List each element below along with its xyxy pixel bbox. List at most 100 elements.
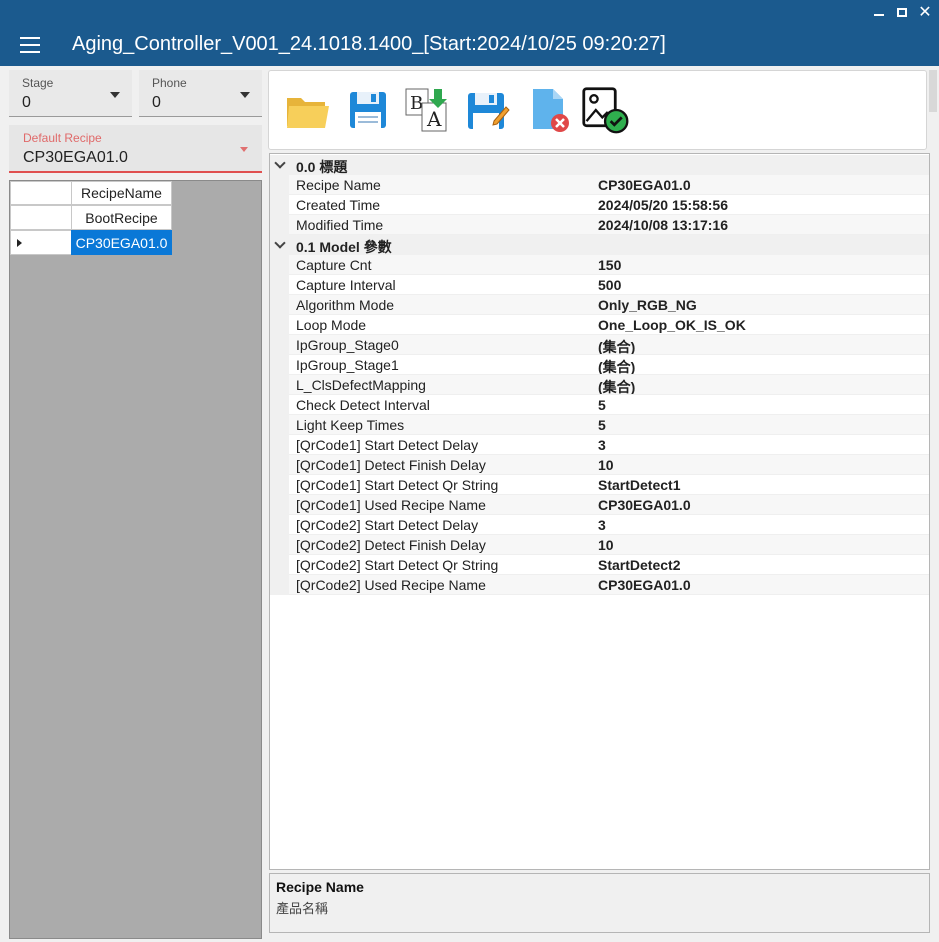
property-name: [QrCode1] Used Recipe Name <box>296 497 486 513</box>
property-value[interactable]: One_Loop_OK_IS_OK <box>598 317 746 333</box>
property-row[interactable]: Light Keep Times 5 <box>270 415 929 435</box>
table-row[interactable]: BootRecipe <box>71 205 172 230</box>
phone-label: Phone <box>152 76 187 90</box>
close-button[interactable]: ✕ <box>914 2 936 22</box>
grid-column-header[interactable]: RecipeName <box>71 181 172 205</box>
property-category[interactable]: 0.1 Model 參數 <box>270 235 929 255</box>
property-row[interactable]: Check Detect Interval 5 <box>270 395 929 415</box>
default-recipe-value: CP30EGA01.0 <box>23 149 128 166</box>
row-gutter <box>270 455 289 475</box>
property-row[interactable]: Algorithm Mode Only_RGB_NG <box>270 295 929 315</box>
property-name: [QrCode2] Start Detect Qr String <box>296 557 499 573</box>
rename-button[interactable]: B A <box>403 84 453 136</box>
row-gutter <box>270 515 289 535</box>
row-gutter <box>270 355 289 375</box>
row-gutter <box>270 415 289 435</box>
property-value[interactable]: 3 <box>598 437 606 453</box>
row-gutter <box>270 555 289 575</box>
grid-corner-cell <box>10 181 72 205</box>
property-name: Created Time <box>296 197 381 213</box>
row-header-current[interactable] <box>10 230 72 255</box>
stage-label: Stage <box>22 76 54 90</box>
property-value[interactable]: CP30EGA01.0 <box>598 177 691 193</box>
property-row[interactable]: [QrCode2] Used Recipe Name CP30EGA01.0 <box>270 575 929 595</box>
window-title-strip: ✕ <box>0 0 939 24</box>
open-button[interactable] <box>283 84 333 136</box>
chevron-down-icon[interactable] <box>274 157 286 169</box>
property-row[interactable]: [QrCode1] Detect Finish Delay 10 <box>270 455 929 475</box>
property-name: [QrCode2] Start Detect Delay <box>296 517 479 533</box>
row-gutter <box>270 575 289 595</box>
table-row-selected[interactable]: CP30EGA01.0 <box>71 230 172 255</box>
property-category[interactable]: 0.0 標題 <box>270 155 929 175</box>
row-gutter <box>270 195 289 215</box>
row-gutter <box>270 495 289 515</box>
property-row[interactable]: [QrCode1] Used Recipe Name CP30EGA01.0 <box>270 495 929 515</box>
property-row[interactable]: [QrCode2] Detect Finish Delay 10 <box>270 535 929 555</box>
property-row[interactable]: [QrCode2] Start Detect Delay 3 <box>270 515 929 535</box>
save-icon <box>350 92 386 128</box>
property-value[interactable]: 10 <box>598 457 614 473</box>
property-name: Capture Cnt <box>296 257 372 273</box>
hamburger-menu-icon[interactable] <box>20 37 40 53</box>
property-value[interactable]: 2024/10/08 13:17:16 <box>598 217 728 233</box>
property-row[interactable]: Recipe Name CP30EGA01.0 <box>270 175 929 195</box>
row-header[interactable] <box>10 205 72 230</box>
save-button[interactable] <box>343 84 393 136</box>
default-recipe-select[interactable]: Default Recipe CP30EGA01.0 <box>9 125 262 173</box>
property-row[interactable]: IpGroup_Stage0 (集合) <box>270 335 929 355</box>
description-text: 產品名稱 <box>276 901 329 916</box>
property-row[interactable]: Capture Cnt 150 <box>270 255 929 275</box>
phone-value: 0 <box>152 94 161 111</box>
property-value[interactable]: 10 <box>598 537 614 553</box>
minimize-button[interactable] <box>868 2 890 22</box>
row-gutter <box>270 335 289 355</box>
property-value[interactable]: CP30EGA01.0 <box>598 577 691 593</box>
property-value[interactable]: 3 <box>598 517 606 533</box>
phone-select[interactable]: Phone 0 <box>139 70 262 117</box>
maximize-button[interactable] <box>891 2 913 22</box>
stage-select[interactable]: Stage 0 <box>9 70 132 117</box>
delete-button[interactable] <box>523 84 573 136</box>
property-name: [QrCode1] Detect Finish Delay <box>296 457 486 473</box>
property-name: Recipe Name <box>296 177 381 193</box>
property-name: [QrCode1] Start Detect Qr String <box>296 477 499 493</box>
property-row[interactable]: [QrCode1] Start Detect Qr String StartDet… <box>270 475 929 495</box>
property-name: Loop Mode <box>296 317 367 333</box>
property-value[interactable]: 5 <box>598 417 606 433</box>
dropdown-arrow-icon <box>240 147 248 152</box>
svg-text:B: B <box>410 93 423 114</box>
property-row[interactable]: Loop Mode One_Loop_OK_IS_OK <box>270 315 929 335</box>
row-gutter <box>270 475 289 495</box>
property-row[interactable]: [QrCode2] Start Detect Qr String StartDet… <box>270 555 929 575</box>
property-value[interactable]: Only_RGB_NG <box>598 297 697 313</box>
property-value[interactable]: 5 <box>598 397 606 413</box>
property-value[interactable]: 500 <box>598 277 621 293</box>
property-name: [QrCode2] Detect Finish Delay <box>296 537 486 553</box>
delete-file-icon <box>533 89 569 132</box>
toolbar-scrollbar[interactable] <box>929 70 937 112</box>
property-grid[interactable]: 0.0 標題 Recipe Name CP30EGA01.0 Created Time… <box>269 153 930 870</box>
row-gutter <box>270 375 289 395</box>
property-row[interactable]: Created Time 2024/05/20 15:58:56 <box>270 195 929 215</box>
recipe-grid[interactable]: RecipeName BootRecipe CP30EGA01.0 <box>9 180 262 939</box>
property-value[interactable]: StartDetect1 <box>598 477 680 493</box>
property-row[interactable]: [QrCode1] Start Detect Delay 3 <box>270 435 929 455</box>
property-row[interactable]: Capture Interval 500 <box>270 275 929 295</box>
property-row[interactable]: IpGroup_Stage1 (集合) <box>270 355 929 375</box>
row-pointer-icon <box>17 238 22 247</box>
image-check-button[interactable] <box>581 84 631 136</box>
property-value[interactable]: CP30EGA01.0 <box>598 497 691 513</box>
property-row[interactable]: L_ClsDefectMapping (集合) <box>270 375 929 395</box>
property-name: Light Keep Times <box>296 417 405 433</box>
maximize-icon <box>897 7 907 17</box>
property-row[interactable]: Modified Time 2024/10/08 13:17:16 <box>270 215 929 235</box>
property-value[interactable]: 150 <box>598 257 621 273</box>
property-value[interactable]: 2024/05/20 15:58:56 <box>598 197 728 213</box>
save-as-button[interactable] <box>463 84 513 136</box>
recipe-toolbar: B A <box>268 70 927 150</box>
description-title: Recipe Name <box>276 879 364 895</box>
property-value[interactable]: StartDetect2 <box>598 557 680 573</box>
chevron-down-icon[interactable] <box>274 237 286 249</box>
rename-icon: B A <box>405 88 447 132</box>
